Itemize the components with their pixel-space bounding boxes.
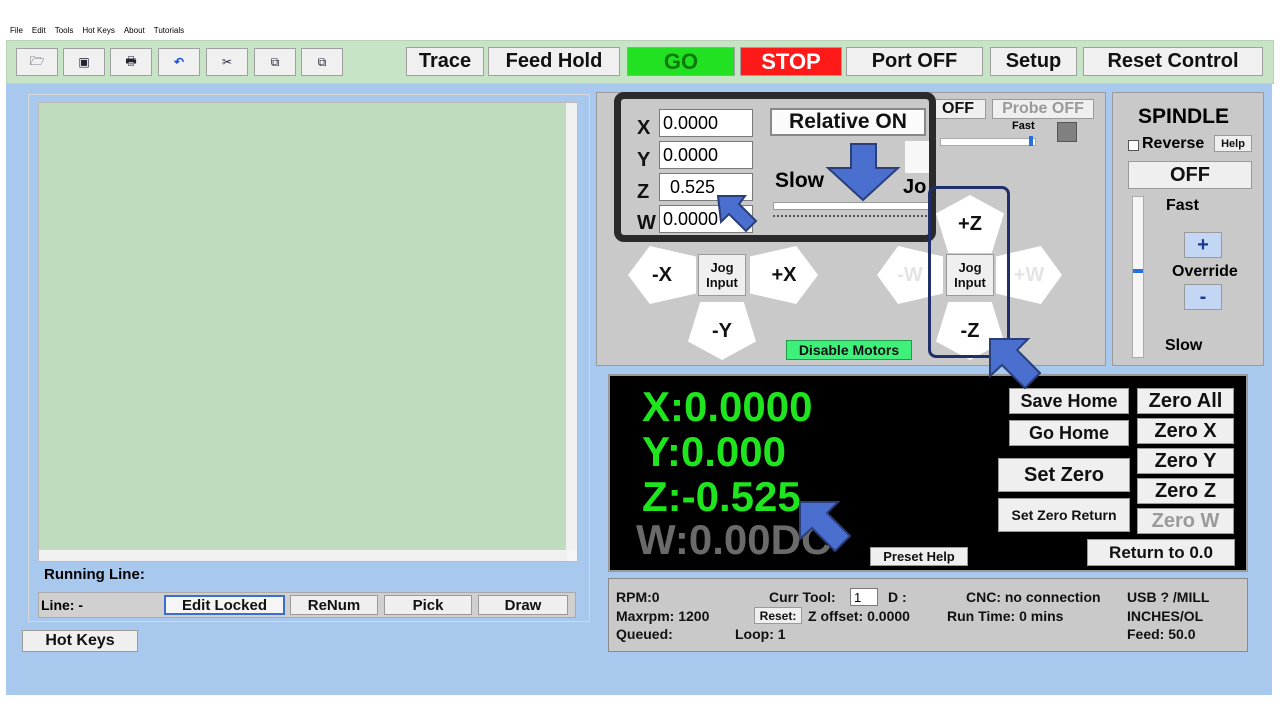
annotation-overlay (716, 143, 1042, 553)
arrow-left-up-icon (799, 501, 852, 553)
arrow-left-up-icon (716, 195, 758, 233)
arrow-down-icon (825, 143, 901, 202)
arrow-left-up-icon (989, 338, 1042, 390)
